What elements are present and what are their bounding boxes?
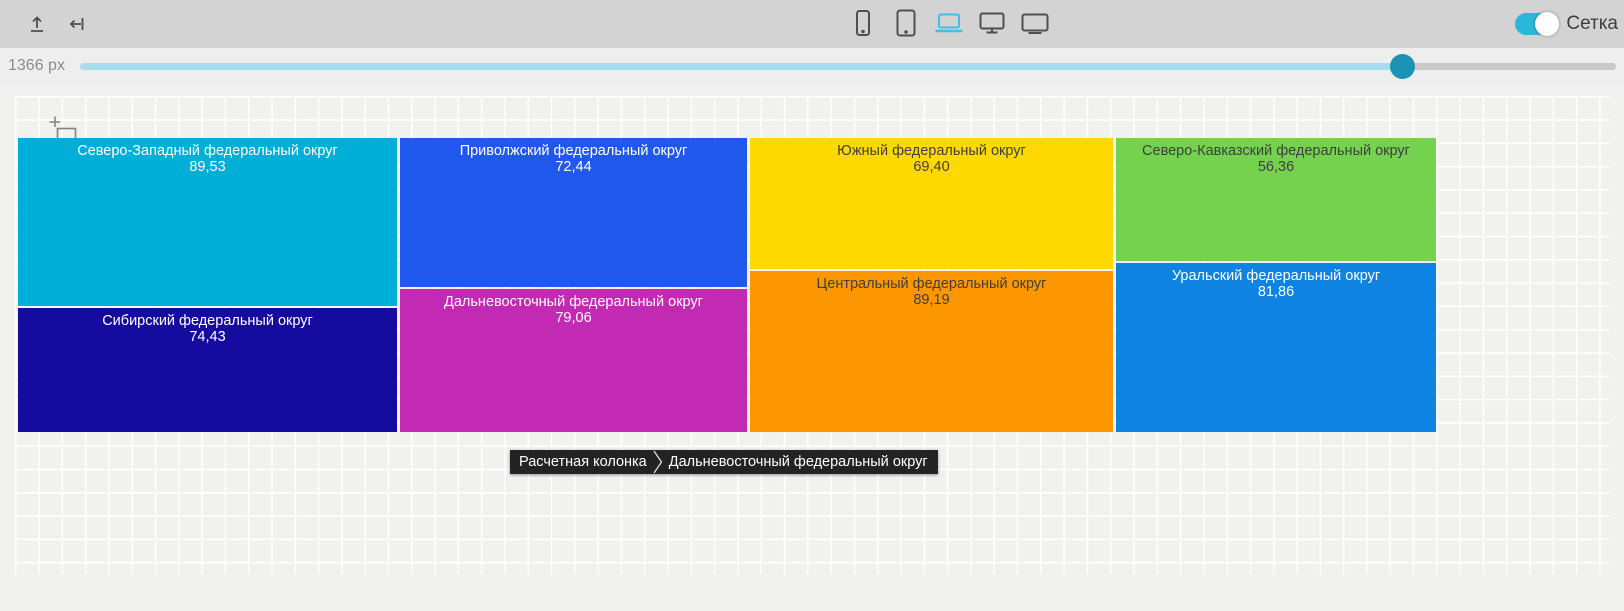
grid-toggle-group: Сетка <box>1515 0 1618 48</box>
tile-label: Дальневосточный федеральный округ <box>400 294 747 310</box>
device-preview-switcher <box>846 7 1052 41</box>
grid-toggle-label: Сетка <box>1566 13 1618 35</box>
collapse-left-button[interactable] <box>60 7 94 41</box>
tile-value: 72,44 <box>400 159 747 175</box>
toolbar: Сетка <box>0 0 1624 48</box>
treemap-tile-sibirsky[interactable]: Сибирский федеральный округ 74,43 <box>18 308 397 432</box>
phone-icon <box>852 9 874 40</box>
tile-value: 69,40 <box>750 159 1113 175</box>
tile-label: Уральский федеральный округ <box>1116 268 1436 284</box>
treemap-visual: Северо-Западный федеральный округ 89,53 … <box>18 138 1437 432</box>
width-slider-row: 1366 px <box>0 48 1624 85</box>
treemap-tile-yuzhny[interactable]: Южный федеральный округ 69,40 <box>750 138 1113 269</box>
treemap-tooltip: Расчетная колонка Дальневосточный федера… <box>510 450 938 474</box>
desktop-monitor-icon <box>977 11 1007 38</box>
device-tablet-button[interactable] <box>889 7 923 41</box>
tile-value: 79,06 <box>400 310 747 326</box>
tile-label: Сибирский федеральный округ <box>18 313 397 329</box>
treemap-tile-severo-kavkazsky[interactable]: Северо-Кавказский федеральный округ 56,3… <box>1116 138 1436 261</box>
treemap-tile-severo-zapadny[interactable]: Северо-Западный федеральный округ 89,53 <box>18 138 397 306</box>
tile-label: Северо-Кавказский федеральный округ <box>1116 143 1436 159</box>
tablet-icon <box>894 9 918 40</box>
width-slider-handle[interactable] <box>1390 54 1415 79</box>
treemap-tile-privolzhsky[interactable]: Приволжский федеральный округ 72,44 <box>400 138 747 287</box>
treemap-tile-dalnevostochny[interactable]: Дальневосточный федеральный округ 79,06 <box>400 289 747 432</box>
tile-value: 89,19 <box>750 292 1113 308</box>
tile-label: Центральный федеральный округ <box>750 276 1113 292</box>
treemap-tile-centralny[interactable]: Центральный федеральный округ 89,19 <box>750 271 1113 432</box>
toggle-knob <box>1535 12 1559 36</box>
chevron-right-icon <box>653 450 663 474</box>
collapse-left-icon <box>67 14 87 34</box>
upload-icon <box>27 14 47 34</box>
laptop-icon <box>933 11 965 38</box>
tile-value: 74,43 <box>18 329 397 345</box>
device-phone-button[interactable] <box>846 7 880 41</box>
tooltip-field-value: Дальневосточный федеральный округ <box>663 454 938 470</box>
tile-label: Северо-Западный федеральный округ <box>18 143 397 159</box>
tv-icon <box>1020 11 1050 38</box>
grid-toggle[interactable] <box>1515 13 1557 35</box>
upload-button[interactable] <box>20 7 54 41</box>
treemap-tile-uralsky[interactable]: Уральский федеральный округ 81,86 <box>1116 263 1436 432</box>
device-tv-button[interactable] <box>1018 7 1052 41</box>
device-desktop-button[interactable] <box>975 7 1009 41</box>
width-slider-track[interactable] <box>80 63 1616 70</box>
tile-label: Южный федеральный округ <box>750 143 1113 159</box>
tile-value: 56,36 <box>1116 159 1436 175</box>
tile-label: Приволжский федеральный округ <box>400 143 747 159</box>
width-value-label: 1366 px <box>8 57 65 75</box>
tooltip-field-name: Расчетная колонка <box>510 454 653 470</box>
device-laptop-button[interactable] <box>932 7 966 41</box>
report-canvas: Северо-Западный федеральный округ 89,53 … <box>0 85 1624 611</box>
width-slider-fill <box>80 63 1402 70</box>
tile-value: 81,86 <box>1116 284 1436 300</box>
tile-value: 89,53 <box>18 159 397 175</box>
